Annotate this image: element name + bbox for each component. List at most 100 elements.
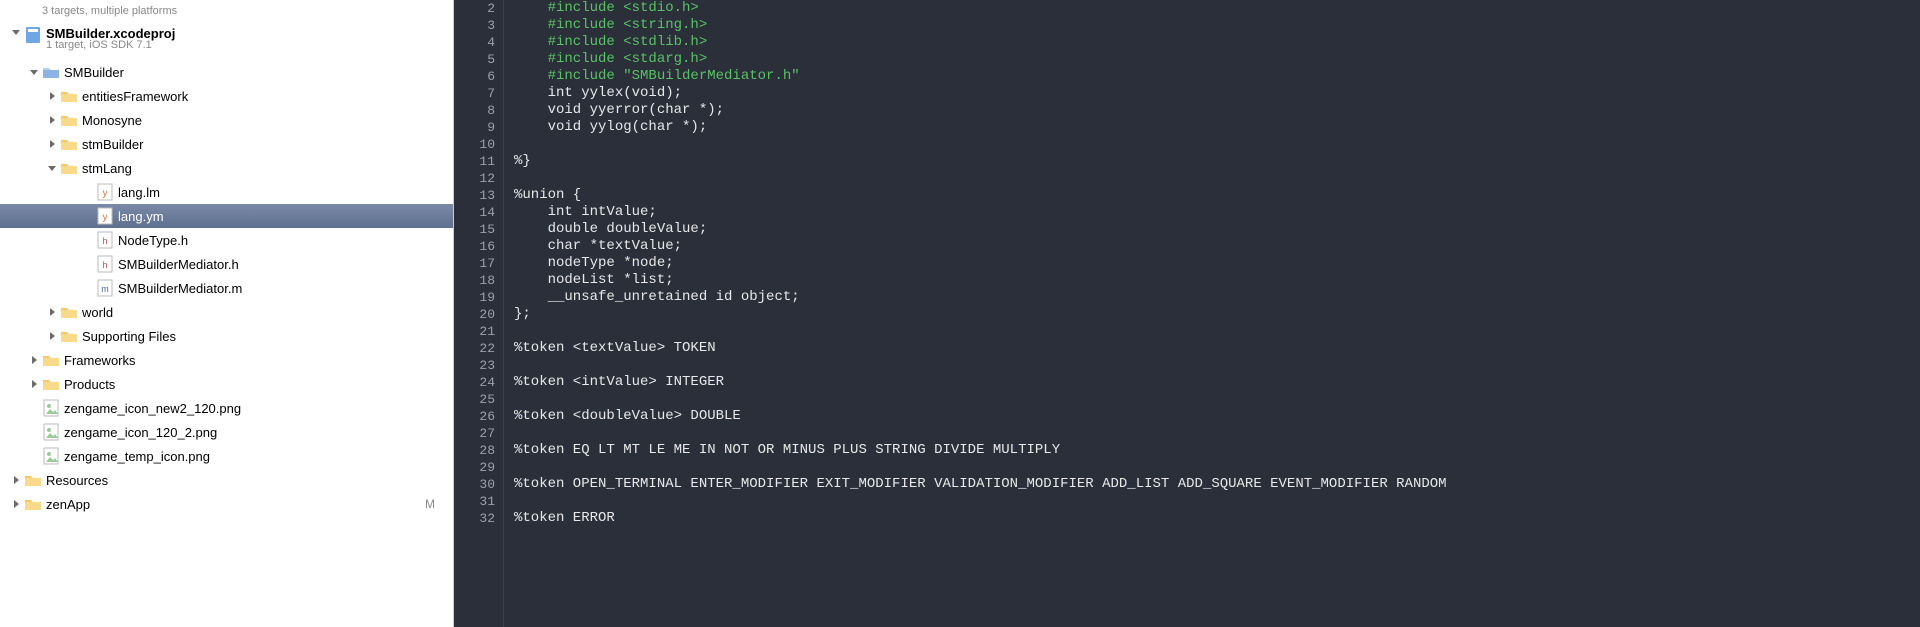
folder-icon xyxy=(60,87,78,105)
code-line[interactable]: int yylex(void); xyxy=(514,85,1920,102)
code-line[interactable]: nodeType *node; xyxy=(514,255,1920,272)
folder-label: Monosyne xyxy=(82,113,142,128)
impl-file-icon: m xyxy=(96,279,114,297)
line-number: 29 xyxy=(454,459,495,476)
file-png-1[interactable]: zengame_icon_new2_120.png xyxy=(0,396,453,420)
code-line[interactable]: char *textValue; xyxy=(514,238,1920,255)
code-line[interactable] xyxy=(514,357,1920,374)
file-label: SMBuilderMediator.h xyxy=(118,257,239,272)
folder-zenapp[interactable]: zenApp M xyxy=(0,492,453,516)
code-line[interactable]: %} xyxy=(514,153,1920,170)
line-number: 18 xyxy=(454,272,495,289)
code-line[interactable]: void yylog(char *); xyxy=(514,119,1920,136)
code-line[interactable]: #include <string.h> xyxy=(514,17,1920,34)
line-number: 11 xyxy=(454,153,495,170)
line-number: 13 xyxy=(454,187,495,204)
line-number: 5 xyxy=(454,51,495,68)
code-line[interactable] xyxy=(514,323,1920,340)
code-editor[interactable]: 2345678910111213141516171819202122232425… xyxy=(454,0,1920,627)
file-smbuildermediator-m[interactable]: m SMBuilderMediator.m xyxy=(0,276,453,300)
file-nodetype-h[interactable]: h NodeType.h xyxy=(0,228,453,252)
folder-icon xyxy=(60,135,78,153)
targets-row[interactable]: 3 targets, multiple platforms xyxy=(0,0,453,24)
project-row[interactable]: SMBuilder.xcodeproj 1 target, iOS SDK 7.… xyxy=(0,24,453,60)
code-line[interactable]: %token OPEN_TERMINAL ENTER_MODIFIER EXIT… xyxy=(514,476,1920,493)
folder-monosyne[interactable]: Monosyne xyxy=(0,108,453,132)
folder-resources[interactable]: Resources xyxy=(0,468,453,492)
disclosure-down-icon[interactable] xyxy=(46,162,58,174)
disclosure-right-icon[interactable] xyxy=(46,114,58,126)
folder-stmlang[interactable]: stmLang xyxy=(0,156,453,180)
line-number: 15 xyxy=(454,221,495,238)
code-line[interactable]: %token <intValue> INTEGER xyxy=(514,374,1920,391)
code-line[interactable]: nodeList *list; xyxy=(514,272,1920,289)
line-number: 27 xyxy=(454,425,495,442)
code-line[interactable]: }; xyxy=(514,306,1920,323)
code-line[interactable] xyxy=(514,459,1920,476)
folder-label: Frameworks xyxy=(64,353,136,368)
line-number: 21 xyxy=(454,323,495,340)
image-file-icon xyxy=(42,399,60,417)
disclosure-right-icon[interactable] xyxy=(46,138,58,150)
folder-icon xyxy=(42,63,60,81)
disclosure-right-icon[interactable] xyxy=(28,378,40,390)
code-line[interactable]: #include <stdio.h> xyxy=(514,0,1920,17)
code-line[interactable]: __unsafe_unretained id object; xyxy=(514,289,1920,306)
code-line[interactable]: %union { xyxy=(514,187,1920,204)
folder-world[interactable]: world xyxy=(0,300,453,324)
code-line[interactable] xyxy=(514,170,1920,187)
disclosure-down-icon[interactable] xyxy=(28,66,40,78)
code-line[interactable]: #include <stdarg.h> xyxy=(514,51,1920,68)
folder-label: SMBuilder xyxy=(64,65,124,80)
code-line[interactable]: %token EQ LT MT LE ME IN NOT OR MINUS PL… xyxy=(514,442,1920,459)
folder-stmbuilder[interactable]: stmBuilder xyxy=(0,132,453,156)
code-line[interactable] xyxy=(514,493,1920,510)
line-number: 9 xyxy=(454,119,495,136)
code-line[interactable]: #include <stdlib.h> xyxy=(514,34,1920,51)
disclosure-right-icon[interactable] xyxy=(46,90,58,102)
code-line[interactable]: int intValue; xyxy=(514,204,1920,221)
file-label: NodeType.h xyxy=(118,233,188,248)
file-smbuildermediator-h[interactable]: h SMBuilderMediator.h xyxy=(0,252,453,276)
folder-smbuilder[interactable]: SMBuilder xyxy=(0,60,453,84)
disclosure-right-icon[interactable] xyxy=(46,330,58,342)
line-number: 23 xyxy=(454,357,495,374)
disclosure-right-icon[interactable] xyxy=(10,474,22,486)
code-line[interactable]: void yyerror(char *); xyxy=(514,102,1920,119)
file-lang-lm[interactable]: y lang.lm xyxy=(0,180,453,204)
line-number: 3 xyxy=(454,17,495,34)
code-line[interactable] xyxy=(514,425,1920,442)
blank-disclosure xyxy=(28,6,40,18)
code-line[interactable]: #include "SMBuilderMediator.h" xyxy=(514,68,1920,85)
folder-supporting-files[interactable]: Supporting Files xyxy=(0,324,453,348)
line-number-gutter: 2345678910111213141516171819202122232425… xyxy=(454,0,504,627)
folder-frameworks[interactable]: Frameworks xyxy=(0,348,453,372)
file-png-2[interactable]: zengame_icon_120_2.png xyxy=(0,420,453,444)
disclosure-down-icon[interactable] xyxy=(10,26,22,38)
folder-entitiesframework[interactable]: entitiesFramework xyxy=(0,84,453,108)
svg-text:y: y xyxy=(103,188,108,199)
line-number: 7 xyxy=(454,85,495,102)
code-line[interactable]: %token ERROR xyxy=(514,510,1920,527)
yacc-file-icon: y xyxy=(96,183,114,201)
line-number: 2 xyxy=(454,0,495,17)
code-line[interactable]: double doubleValue; xyxy=(514,221,1920,238)
code-line[interactable]: %token <doubleValue> DOUBLE xyxy=(514,408,1920,425)
disclosure-right-icon[interactable] xyxy=(28,354,40,366)
disclosure-right-icon[interactable] xyxy=(46,306,58,318)
file-png-3[interactable]: zengame_temp_icon.png xyxy=(0,444,453,468)
code-line[interactable] xyxy=(514,136,1920,153)
line-number: 16 xyxy=(454,238,495,255)
line-number: 30 xyxy=(454,476,495,493)
code-line[interactable]: %token <textValue> TOKEN xyxy=(514,340,1920,357)
code-content[interactable]: #include <stdio.h> #include <string.h> #… xyxy=(504,0,1920,627)
folder-icon xyxy=(60,159,78,177)
file-lang-ym[interactable]: y lang.ym xyxy=(0,204,453,228)
folder-products[interactable]: Products xyxy=(0,372,453,396)
folder-icon xyxy=(42,375,60,393)
folder-label: world xyxy=(82,305,113,320)
code-line[interactable] xyxy=(514,391,1920,408)
file-label: zengame_icon_new2_120.png xyxy=(64,401,241,416)
disclosure-right-icon[interactable] xyxy=(10,498,22,510)
project-navigator[interactable]: 3 targets, multiple platforms SMBuilder.… xyxy=(0,0,454,627)
